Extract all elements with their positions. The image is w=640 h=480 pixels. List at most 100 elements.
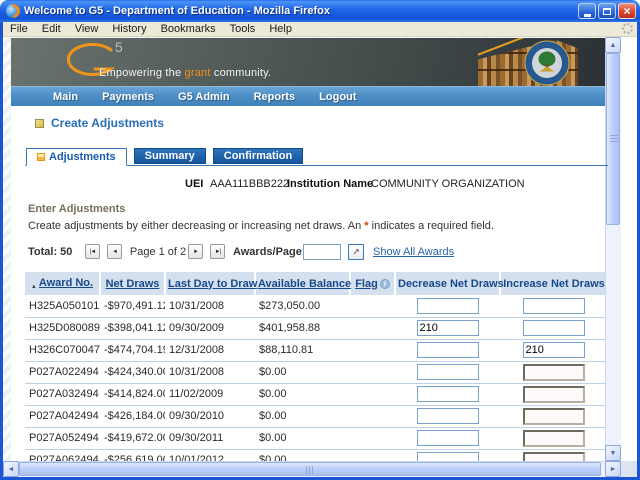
window-titlebar[interactable]: Welcome to G5 - Department of Education … xyxy=(0,0,640,22)
window-controls: × xyxy=(578,3,636,19)
decrease-input[interactable] xyxy=(417,298,479,314)
net-draws-cell: -$424,340.00 xyxy=(100,361,165,383)
increase-input[interactable] xyxy=(523,452,585,462)
scroll-left-button[interactable]: ◄ xyxy=(3,461,19,477)
table-row: H325A050101 -$970,491.12 10/31/2008 $273… xyxy=(25,295,607,317)
total-count-label: Total: 50 xyxy=(28,246,72,258)
increase-cell xyxy=(500,339,607,361)
col-header-available-balance[interactable]: Available Balance xyxy=(255,272,350,295)
award-no-cell: H325D080089 xyxy=(25,317,100,339)
info-icon[interactable]: i xyxy=(380,279,390,289)
col-header-net-draws[interactable]: Net Draws xyxy=(100,272,165,295)
vertical-scrollbar[interactable]: ▲ ▼ xyxy=(605,37,621,461)
col-header-last-day[interactable]: Last Day to Draw xyxy=(165,272,255,295)
col-header-flag[interactable]: Flagi xyxy=(350,272,395,295)
net-draws-cell: -$474,704.19 xyxy=(100,339,165,361)
decrease-cell xyxy=(395,339,500,361)
decrease-input[interactable] xyxy=(417,386,479,402)
g5-banner: 5 Empowering the grant community. xyxy=(11,38,608,86)
bullet-icon xyxy=(35,119,44,128)
decrease-cell xyxy=(395,295,500,317)
show-all-awards-link[interactable]: Show All Awards xyxy=(373,246,454,258)
awards-per-page-input[interactable] xyxy=(303,244,341,260)
horizontal-scrollbar-thumb[interactable] xyxy=(19,462,601,476)
menu-edit[interactable]: Edit xyxy=(35,23,68,35)
decrease-input[interactable] xyxy=(417,342,479,358)
increase-input[interactable] xyxy=(523,320,585,336)
table-header-row: ▲Award No. Net Draws Last Day to Draw Av… xyxy=(25,272,607,295)
col-header-decrease: Decrease Net Draws xyxy=(395,272,500,295)
scroll-down-button[interactable]: ▼ xyxy=(605,445,621,461)
decrease-input[interactable] xyxy=(417,430,479,446)
tab-confirmation[interactable]: Confirmation xyxy=(213,148,303,164)
nav-item-payments[interactable]: Payments xyxy=(90,91,166,103)
previous-page-button[interactable]: ◄ xyxy=(107,244,122,259)
net-draws-cell: -$414,824.00 xyxy=(100,383,165,405)
minimize-button[interactable] xyxy=(578,3,596,19)
increase-input[interactable] xyxy=(523,298,585,314)
available-balance-cell: $88,110.81 xyxy=(255,339,350,361)
last-day-cell: 11/02/2009 xyxy=(165,383,255,405)
tab-summary[interactable]: Summary xyxy=(134,148,206,164)
scroll-up-button[interactable]: ▲ xyxy=(605,37,621,53)
instructions-pre: Create adjustments by either decreasing … xyxy=(28,220,364,232)
flag-cell xyxy=(350,405,395,427)
page-column: 5 Empowering the grant community. Main P… xyxy=(11,38,608,461)
increase-input[interactable] xyxy=(523,364,585,381)
close-button[interactable]: × xyxy=(618,3,636,19)
scrollbar-corner xyxy=(621,461,637,477)
award-no-cell: P027A022494 xyxy=(25,361,100,383)
last-page-button[interactable]: ►| xyxy=(210,244,225,259)
increase-input[interactable] xyxy=(523,386,585,403)
col-header-net-draws-label: Net Draws xyxy=(106,278,160,290)
award-no-cell: H326C070047 xyxy=(25,339,100,361)
increase-input[interactable] xyxy=(523,342,585,358)
increase-input[interactable] xyxy=(523,408,585,425)
next-page-button[interactable]: ► xyxy=(188,244,203,259)
decrease-input[interactable] xyxy=(417,452,479,461)
table-row: P027A052494 -$419,672.00 09/30/2011 $0.0… xyxy=(25,427,607,449)
first-page-button[interactable]: |◄ xyxy=(85,244,100,259)
decrease-input[interactable] xyxy=(417,408,479,424)
tagline-post: community. xyxy=(211,67,272,79)
awards-table: ▲Award No. Net Draws Last Day to Draw Av… xyxy=(25,272,607,461)
available-balance-cell: $401,958.88 xyxy=(255,317,350,339)
nav-item-g5-admin[interactable]: G5 Admin xyxy=(166,91,242,103)
awards-per-page-label: Awards/Page: xyxy=(233,246,306,258)
last-day-cell: 12/31/2008 xyxy=(165,339,255,361)
window-title: Welcome to G5 - Department of Education … xyxy=(24,5,578,17)
nav-item-main[interactable]: Main xyxy=(41,91,90,103)
increase-input[interactable] xyxy=(523,430,585,447)
col-header-award-no[interactable]: ▲Award No. xyxy=(25,272,100,295)
restore-button[interactable] xyxy=(598,3,616,19)
decrease-cell xyxy=(395,383,500,405)
go-button[interactable]: ↗ xyxy=(348,244,364,260)
flag-cell xyxy=(350,427,395,449)
page-content: Create Adjustments Adjustments Summary C… xyxy=(11,106,608,461)
col-header-last-day-label: Last Day to Draw xyxy=(168,278,257,290)
tab-adjustments[interactable]: Adjustments xyxy=(26,148,127,166)
nav-item-logout[interactable]: Logout xyxy=(307,91,368,103)
table-row: H325D080089 -$398,041.12 09/30/2009 $401… xyxy=(25,317,607,339)
scroll-right-button[interactable]: ► xyxy=(605,461,621,477)
net-draws-cell: -$970,491.12 xyxy=(100,295,165,317)
menu-file[interactable]: File xyxy=(3,23,35,35)
menu-view[interactable]: View xyxy=(68,23,106,35)
nav-item-reports[interactable]: Reports xyxy=(242,91,308,103)
vertical-scrollbar-thumb[interactable] xyxy=(606,53,620,225)
col-header-award-no-label: Award No. xyxy=(39,277,93,289)
decrease-input[interactable] xyxy=(417,320,479,336)
table-row: H326C070047 -$474,704.19 12/31/2008 $88,… xyxy=(25,339,607,361)
tagline-pre: Empowering the xyxy=(99,67,185,79)
pagination-bar: Total: 50 |◄ ◄ Page 1 of 2 ► ►| Awards/P… xyxy=(11,244,608,262)
net-draws-cell: -$398,041.12 xyxy=(100,317,165,339)
menu-bookmarks[interactable]: Bookmarks xyxy=(154,23,223,35)
horizontal-scrollbar[interactable]: ◄ ► xyxy=(3,461,621,477)
menu-history[interactable]: History xyxy=(105,23,153,35)
net-draws-cell: -$419,672.00 xyxy=(100,427,165,449)
flag-cell xyxy=(350,383,395,405)
menu-tools[interactable]: Tools xyxy=(223,23,263,35)
tab-adjustments-label: Adjustments xyxy=(49,151,116,163)
decrease-input[interactable] xyxy=(417,364,479,380)
menu-help[interactable]: Help xyxy=(262,23,299,35)
